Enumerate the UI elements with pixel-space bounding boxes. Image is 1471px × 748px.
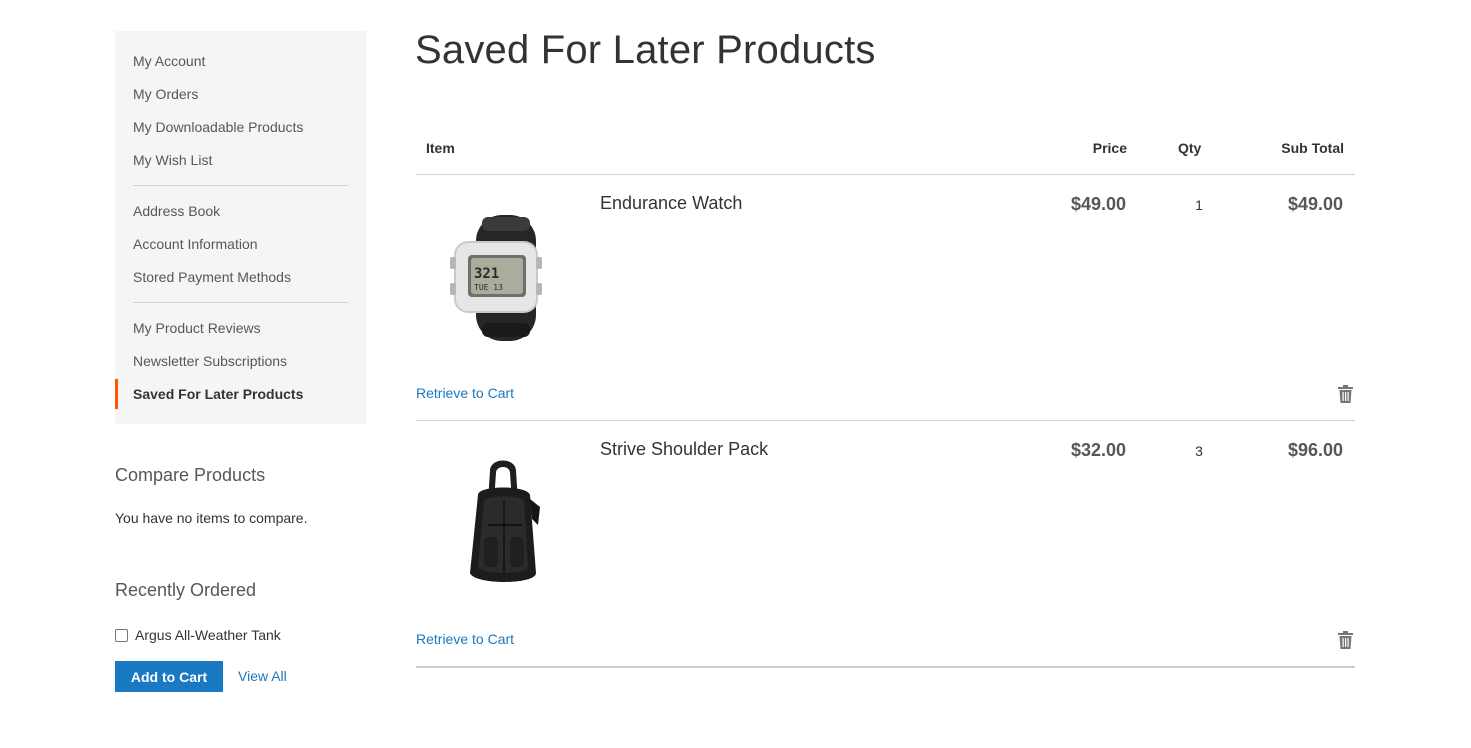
nav-item-my-orders[interactable]: My Orders	[133, 85, 198, 103]
trash-icon[interactable]	[1338, 631, 1353, 649]
product-qty: 1	[1195, 197, 1203, 213]
view-all-link[interactable]: View All	[238, 668, 287, 684]
table-bottom-divider	[416, 666, 1355, 668]
column-header-qty: Qty	[1178, 140, 1202, 156]
product-subtotal: $96.00	[1287, 440, 1343, 460]
svg-text:321: 321	[474, 266, 499, 282]
product-qty: 3	[1195, 443, 1203, 459]
product-price: $32.00	[1070, 440, 1126, 460]
product-subtotal: $49.00	[1287, 194, 1343, 214]
watch-image: 321 TUE 13	[450, 215, 542, 341]
retrieve-to-cart-link[interactable]: Retrieve to Cart	[416, 385, 514, 401]
column-header-subtotal: Sub Total	[1281, 140, 1344, 156]
table-row: 321 TUE 13 Endurance Watch $49.00 1 $49.…	[0, 175, 1471, 421]
column-header-item: Item	[426, 140, 455, 156]
nav-item-my-wish-list[interactable]: My Wish List	[133, 151, 212, 169]
page-title: Saved For Later Products	[415, 28, 876, 72]
column-header-price: Price	[1092, 140, 1127, 156]
backpack-image	[470, 460, 540, 582]
nav-item-my-account[interactable]: My Account	[133, 52, 205, 70]
table-row: Strive Shoulder Pack $32.00 3 $96.00 Ret…	[0, 421, 1471, 667]
product-price: $49.00	[1070, 194, 1126, 214]
trash-icon[interactable]	[1338, 385, 1353, 403]
product-name[interactable]: Endurance Watch	[600, 193, 742, 214]
retrieve-to-cart-link[interactable]: Retrieve to Cart	[416, 631, 514, 647]
svg-text:TUE 13: TUE 13	[474, 283, 503, 292]
nav-item-my-downloadable-products[interactable]: My Downloadable Products	[133, 118, 303, 136]
product-name[interactable]: Strive Shoulder Pack	[600, 439, 768, 460]
